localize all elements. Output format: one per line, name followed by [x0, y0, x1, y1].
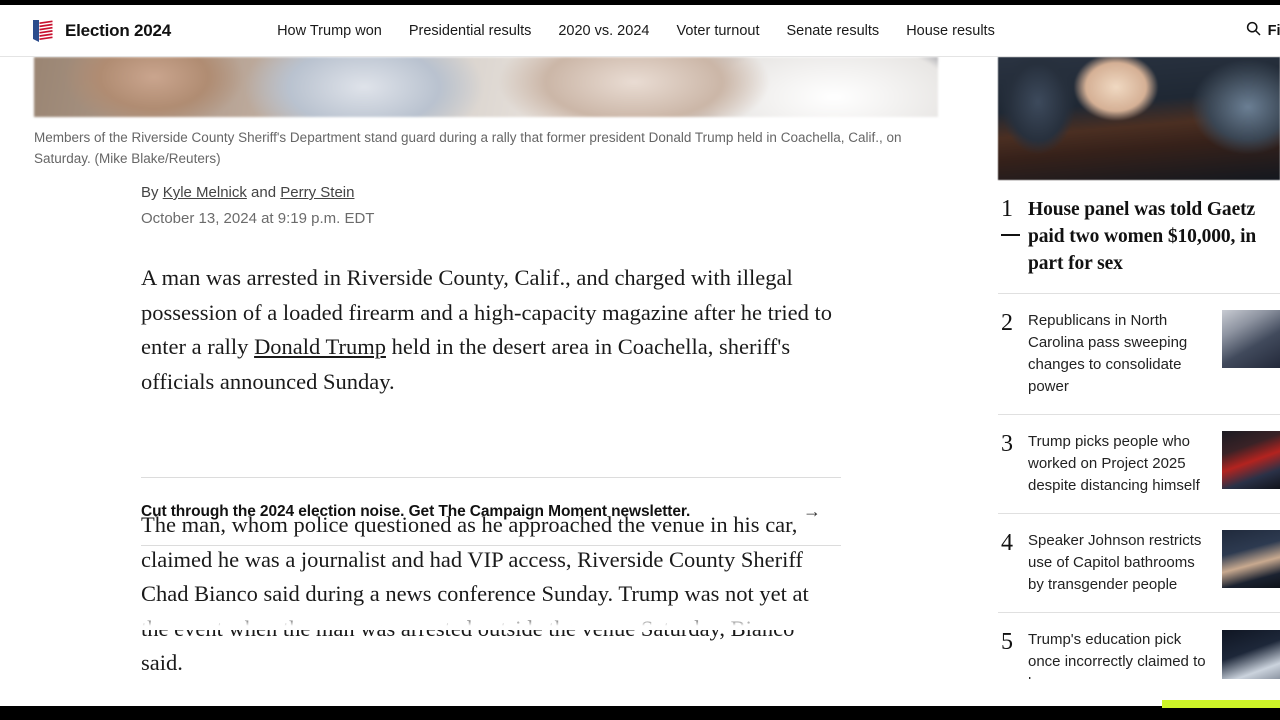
accent-highlight-bar [1162, 700, 1280, 708]
search-icon [1246, 21, 1261, 41]
byline: By Kyle Melnick and Perry Stein October … [141, 182, 841, 230]
story-thumbnail [1222, 530, 1280, 588]
story-headline: Republicans in North Carolina pass sweep… [1028, 312, 1188, 395]
story-thumbnail [1222, 310, 1280, 368]
byline-authors: By Kyle Melnick and Perry Stein [141, 182, 841, 204]
byline-conjunction: and [246, 184, 281, 201]
ballot-flag-icon [30, 17, 56, 45]
list-item[interactable]: 1 House panel was told Gaetz paid two wo… [998, 180, 1280, 293]
article-timestamp: October 13, 2024 at 9:19 p.m. EDT [141, 210, 375, 227]
photo-caption: Members of the Riverside County Sheriff'… [34, 130, 902, 166]
rank-number: 3 [1001, 431, 1013, 457]
story-headline: Trump picks people who worked on Project… [1028, 433, 1200, 494]
rank-number: 4 [1001, 530, 1013, 556]
rail-lead-photo[interactable] [998, 57, 1280, 180]
brand-link[interactable]: Election 2024 [30, 17, 171, 45]
nav-item-how-trump-won[interactable]: How Trump won [277, 23, 382, 39]
top-stories-list: 1 House panel was told Gaetz paid two wo… [998, 180, 1280, 711]
page-bottom-fade [0, 616, 1280, 630]
rank-number: 2 [1001, 310, 1013, 336]
page-content: Members of the Riverside County Sheriff'… [0, 57, 1280, 692]
story-thumbnail [1222, 431, 1280, 489]
story-headline: Speaker Johnson restricts use of Capitol… [1028, 532, 1202, 593]
browser-top-chrome [0, 0, 1280, 5]
site-header: Election 2024 How Trump won Presidential… [0, 5, 1280, 57]
nav-item-senate-results[interactable]: Senate results [786, 23, 879, 39]
nav-item-voter-turnout[interactable]: Voter turnout [676, 23, 759, 39]
article-paragraph-1: A man was arrested in Riverside County, … [141, 261, 841, 399]
brand-title: Election 2024 [65, 20, 172, 40]
list-item[interactable]: 4 Speaker Johnson restricts use of Capit… [998, 513, 1280, 612]
primary-nav: How Trump won Presidential results 2020 … [277, 23, 995, 39]
list-item[interactable]: 3 Trump picks people who worked on Proje… [998, 414, 1280, 513]
browser-bottom-chrome [0, 706, 1280, 720]
page-bottom-whitespace [0, 679, 1280, 706]
list-item[interactable]: 2 Republicans in North Carolina pass swe… [998, 293, 1280, 414]
article-lede-photo [34, 57, 938, 117]
author-link-one[interactable]: Kyle Melnick [163, 184, 247, 201]
find-results-button[interactable]: Find re [1246, 5, 1280, 57]
article-paragraph-2: The man, whom police questioned as he ap… [141, 512, 809, 675]
nav-item-presidential-results[interactable]: Presidential results [409, 23, 532, 39]
byline-prefix: By [141, 184, 163, 201]
author-link-two[interactable]: Perry Stein [280, 184, 354, 201]
nav-item-house-results[interactable]: House results [906, 23, 995, 39]
nav-item-2020-vs-2024[interactable]: 2020 vs. 2024 [558, 23, 649, 39]
donald-trump-link[interactable]: Donald Trump [254, 334, 386, 359]
rank-number: 1 [998, 196, 1028, 277]
story-headline: House panel was told Gaetz paid two wome… [1028, 199, 1257, 274]
find-results-label: Find re [1267, 23, 1280, 39]
page-root: Election 2024 How Trump won Presidential… [0, 0, 1280, 720]
